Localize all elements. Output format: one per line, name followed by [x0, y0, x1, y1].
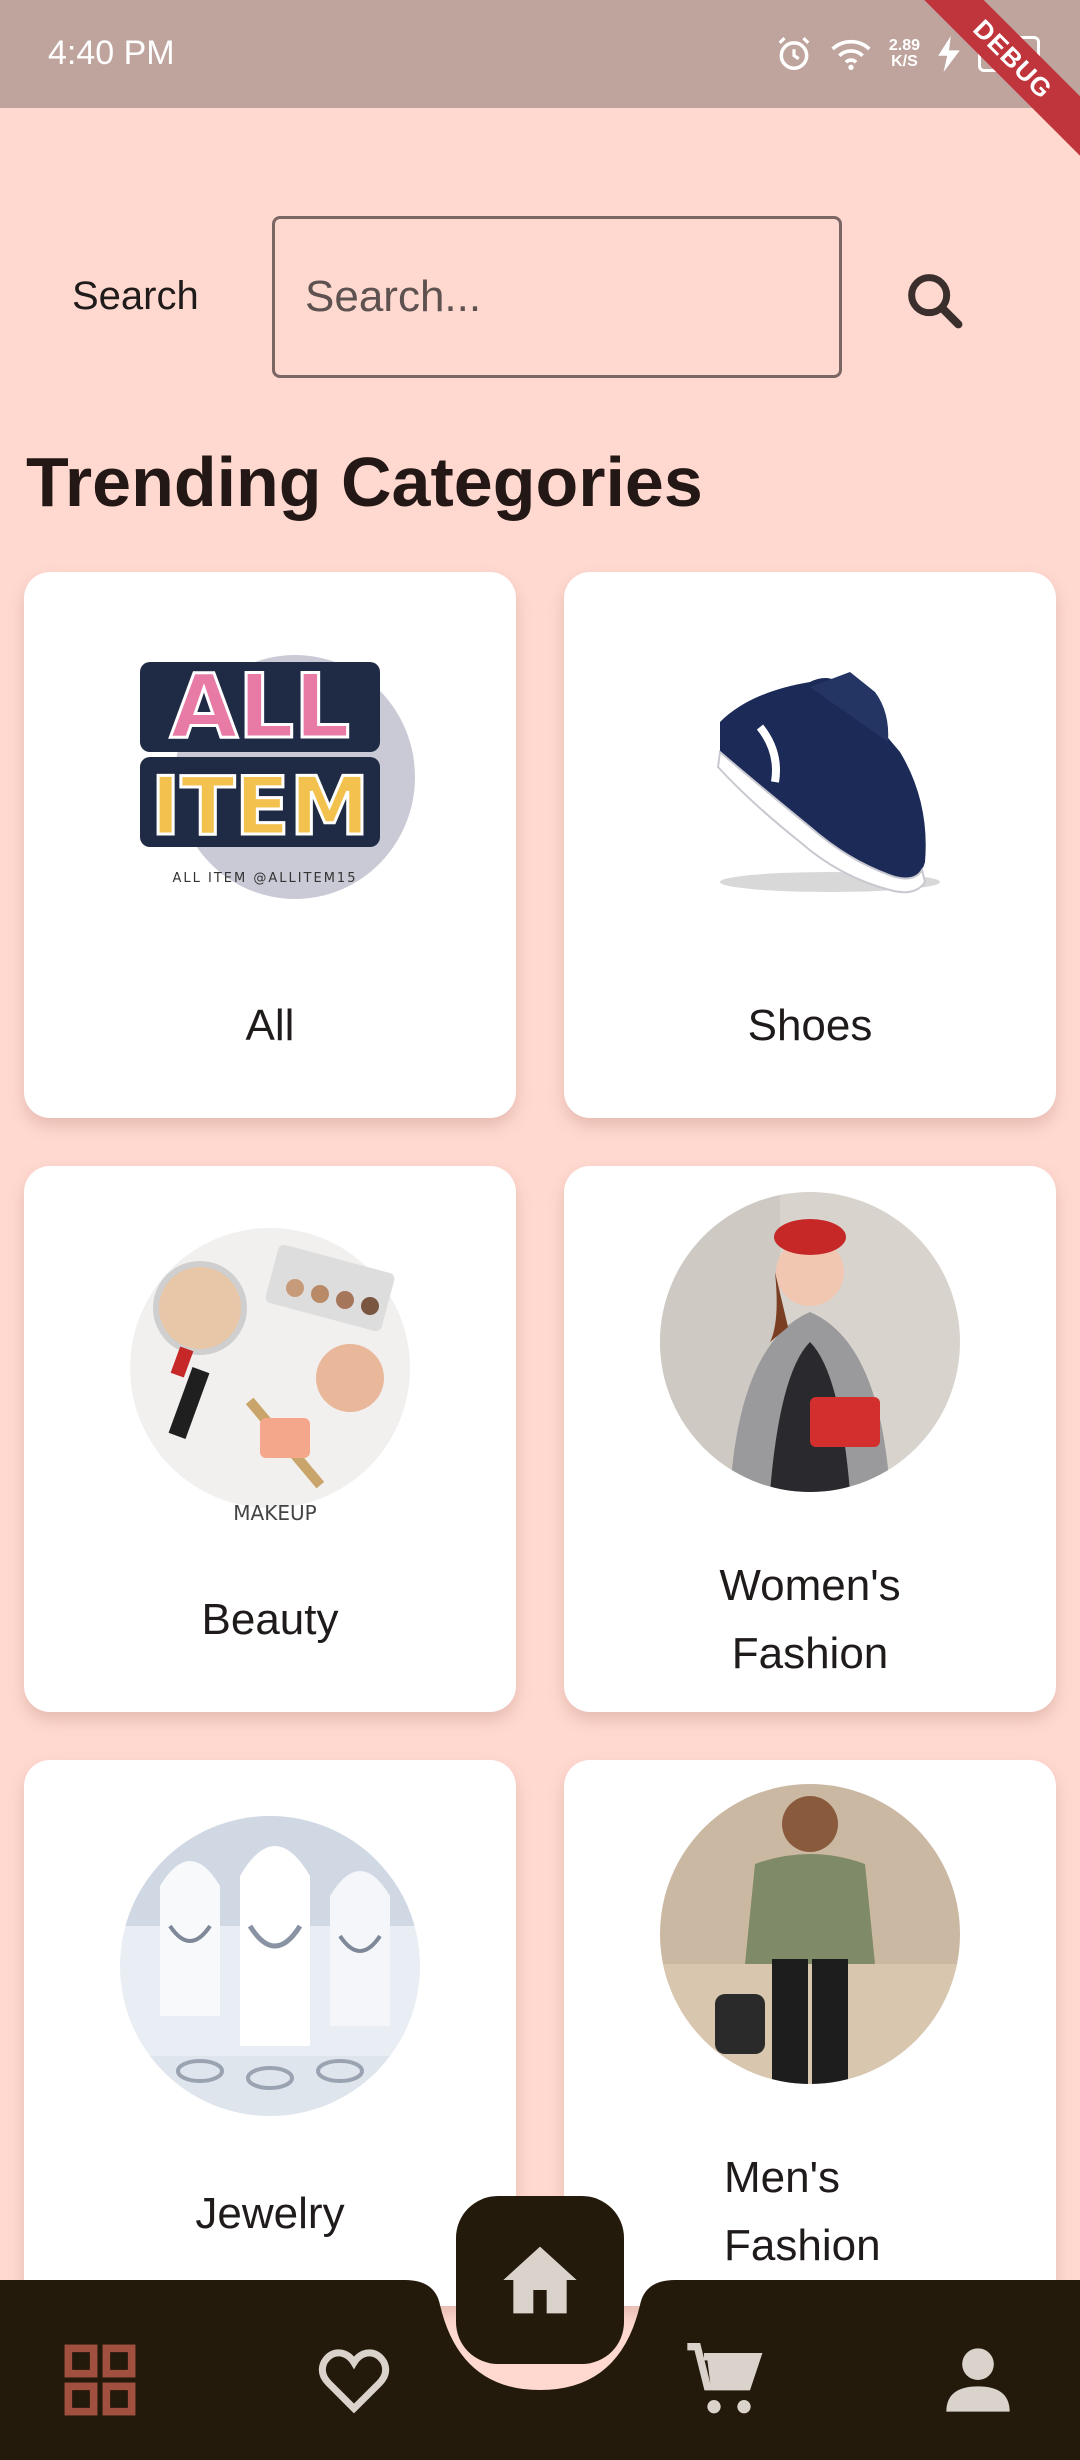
cart-icon	[687, 2343, 763, 2414]
profile-icon	[946, 2348, 1010, 2412]
search-button[interactable]	[900, 266, 970, 336]
network-speed: 2.89 K/S	[889, 38, 920, 70]
nav-categories[interactable]	[62, 2342, 138, 2423]
category-label: Shoes	[747, 1001, 873, 1050]
heart-icon	[318, 2349, 390, 2414]
makeup-caption: MAKEUP	[233, 1501, 316, 1525]
category-label-line-2: Fashion	[731, 1629, 889, 1678]
shoe-image	[564, 632, 1056, 922]
category-card-beauty[interactable]: MAKEUP Beauty	[24, 1166, 516, 1712]
category-card-shoes[interactable]: Shoes	[564, 572, 1056, 1118]
nav-cart[interactable]	[682, 2340, 766, 2425]
nav-favorites[interactable]	[314, 2342, 394, 2423]
category-card-all[interactable]: ALL ITEM ALL ITEM @ALLITEM15 All	[24, 572, 516, 1118]
jewelry-image	[24, 1816, 516, 2116]
logo-text-bottom: ITEM	[151, 760, 370, 853]
nav-home[interactable]	[456, 2196, 624, 2364]
category-label-line-2: Fashion	[724, 2221, 881, 2270]
category-label-line-1: Men's	[724, 2153, 840, 2202]
mens-fashion-image	[564, 1784, 1056, 2084]
category-label: Jewelry	[195, 2189, 345, 2238]
category-label: Beauty	[201, 1595, 339, 1644]
grid-icon	[64, 2344, 136, 2416]
search-icon	[908, 274, 963, 329]
category-card-mens-fashion[interactable]: Men's Fashion	[564, 1760, 1056, 2306]
alarm-icon	[778, 37, 810, 70]
home-icon	[503, 2246, 577, 2314]
search-label: Search	[72, 274, 199, 318]
category-card-jewelry[interactable]: Jewelry	[24, 1760, 516, 2306]
search-input[interactable]	[272, 216, 842, 378]
status-time: 4:40 PM	[48, 34, 175, 72]
category-label: All	[245, 1001, 295, 1050]
category-label: Women's Fashion	[564, 1552, 1056, 1688]
net-speed-value: 2.89	[888, 37, 920, 54]
nav-profile[interactable]	[940, 2342, 1016, 2423]
makeup-image: MAKEUP	[24, 1228, 516, 1528]
logo-caption: ALL ITEM @ALLITEM15	[173, 871, 358, 886]
wifi-icon	[831, 39, 871, 70]
status-bar: 4:40 PM 2.89 K/S 59	[0, 0, 1080, 108]
category-label: Men's Fashion	[564, 2144, 1056, 2280]
logo-text-top: ALL	[170, 655, 350, 758]
page-title: Trending Categories	[26, 443, 703, 521]
charging-icon	[938, 36, 960, 72]
womens-fashion-image	[564, 1192, 1056, 1492]
category-card-womens-fashion[interactable]: Women's Fashion	[564, 1166, 1056, 1712]
category-label-line-1: Women's	[719, 1561, 901, 1610]
net-speed-unit: K/S	[891, 53, 918, 70]
all-item-logo: ALL ITEM ALL ITEM @ALLITEM15	[24, 642, 516, 912]
